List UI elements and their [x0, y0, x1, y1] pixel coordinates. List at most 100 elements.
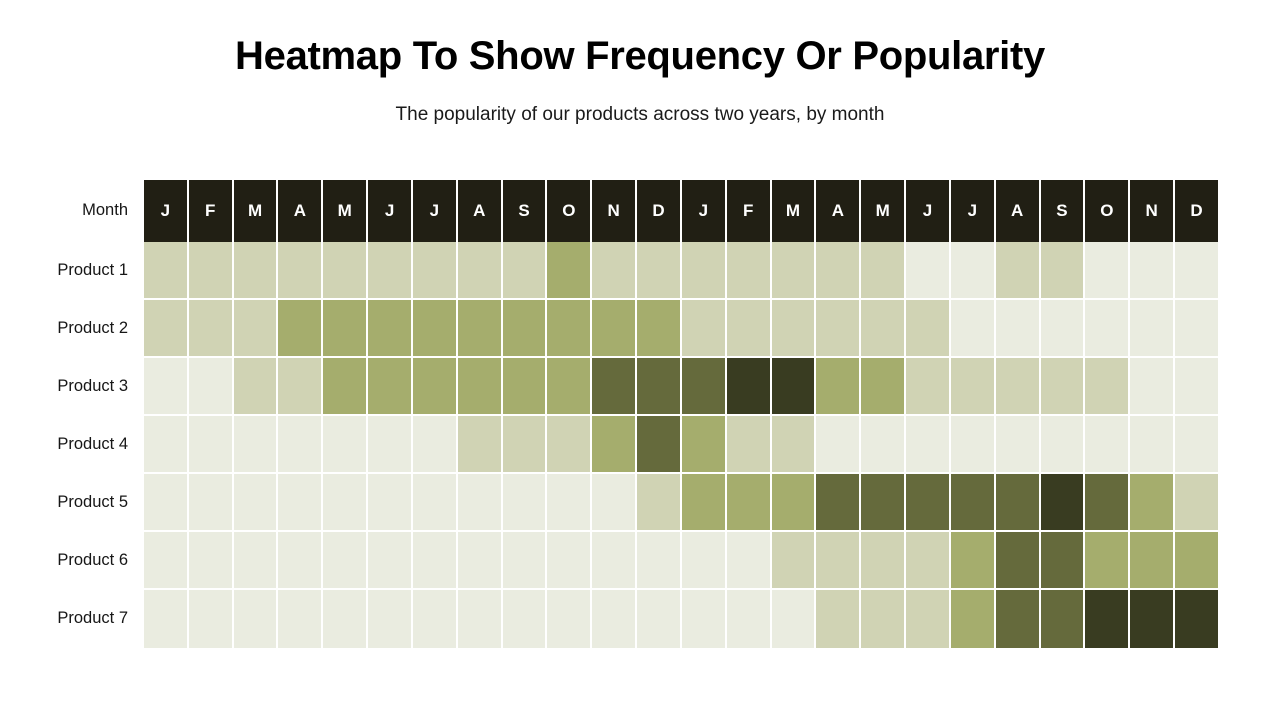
- heatmap-cell: [1130, 590, 1176, 648]
- heatmap-cell: [323, 532, 369, 590]
- heatmap-data-row: [144, 416, 1218, 474]
- heatmap-cell: [457, 416, 503, 474]
- heatmap-cell: [816, 242, 862, 300]
- heatmap-cell: [771, 242, 817, 300]
- heatmap-cell: [906, 590, 951, 648]
- heatmap-cell: [457, 532, 503, 590]
- month-header-cell: S: [1040, 180, 1086, 242]
- heatmap-cell: [1175, 242, 1218, 300]
- heatmap-cell: [323, 358, 369, 416]
- heatmap-cell: [1040, 532, 1086, 590]
- heatmap-cell: [771, 416, 817, 474]
- heatmap-cell: [368, 532, 413, 590]
- heatmap-cell: [861, 300, 907, 358]
- heatmap-cell: [368, 590, 413, 648]
- heatmap-cell: [502, 532, 548, 590]
- month-header-cell: A: [278, 180, 324, 242]
- heatmap-cell: [502, 242, 548, 300]
- heatmap-cell: [681, 474, 727, 532]
- heatmap-cell: [861, 358, 907, 416]
- heatmap-cell: [906, 358, 951, 416]
- heatmap-header-row: JFMAMJJASONDJFMAMJJASOND: [144, 180, 1218, 242]
- heatmap-cell: [861, 532, 907, 590]
- heatmap-cell: [950, 300, 996, 358]
- heatmap-cell: [368, 358, 413, 416]
- heatmap-cell: [861, 242, 907, 300]
- heatmap-cell: [1130, 416, 1176, 474]
- month-header-cell: J: [950, 180, 996, 242]
- heatmap-data-row: [144, 242, 1218, 300]
- heatmap-cell: [681, 416, 727, 474]
- heatmap-cell: [637, 416, 682, 474]
- heatmap-cell: [278, 474, 324, 532]
- heatmap-cell: [995, 242, 1041, 300]
- heatmap-cell: [502, 416, 548, 474]
- heatmap-cell: [726, 416, 772, 474]
- heatmap-cell: [816, 474, 862, 532]
- product-row-label: Product 5: [57, 493, 128, 511]
- heatmap-cell: [278, 532, 324, 590]
- heatmap-cell: [188, 532, 234, 590]
- month-header-cell: J: [906, 180, 951, 242]
- month-header-cell: O: [547, 180, 593, 242]
- heatmap-cell: [233, 416, 279, 474]
- heatmap-cell: [1130, 242, 1176, 300]
- heatmap-cell: [233, 590, 279, 648]
- heatmap-cell: [771, 474, 817, 532]
- heatmap-cell: [592, 474, 638, 532]
- heatmap-cell: [1130, 358, 1176, 416]
- heatmap-cell: [323, 590, 369, 648]
- heatmap-cell: [950, 590, 996, 648]
- heatmap-cell: [547, 532, 593, 590]
- heatmap-cell: [412, 358, 458, 416]
- heatmap-cell: [1040, 242, 1086, 300]
- heatmap-cell: [1175, 358, 1218, 416]
- heatmap-cell: [1040, 474, 1086, 532]
- heatmap-cell: [861, 590, 907, 648]
- heatmap-cell: [637, 300, 682, 358]
- heatmap-cell: [906, 532, 951, 590]
- heatmap-cell: [1130, 474, 1176, 532]
- heatmap-cell: [547, 590, 593, 648]
- heatmap-cell: [995, 474, 1041, 532]
- heatmap-cell: [861, 416, 907, 474]
- heatmap-cell: [726, 532, 772, 590]
- heatmap-cell: [144, 474, 189, 532]
- heatmap-cell: [816, 590, 862, 648]
- heatmap-data-row: [144, 300, 1218, 358]
- heatmap-cell: [188, 416, 234, 474]
- heatmap-cell: [816, 532, 862, 590]
- heatmap-cell: [323, 300, 369, 358]
- heatmap-cell: [412, 416, 458, 474]
- product-row-label: Product 4: [57, 435, 128, 453]
- heatmap-cell: [681, 300, 727, 358]
- heatmap-cell: [502, 300, 548, 358]
- heatmap-cell: [726, 590, 772, 648]
- heatmap-cell: [144, 590, 189, 648]
- heatmap-cell: [950, 358, 996, 416]
- heatmap-cell: [144, 242, 189, 300]
- heatmap-cell: [681, 242, 727, 300]
- heatmap-cell: [681, 358, 727, 416]
- heatmap-cell: [950, 416, 996, 474]
- heatmap-cell: [592, 416, 638, 474]
- heatmap-cell: [233, 242, 279, 300]
- product-row-label: Product 2: [57, 319, 128, 337]
- heatmap-cell: [1085, 358, 1131, 416]
- month-header-cell: J: [412, 180, 458, 242]
- heatmap-slide: Heatmap To Show Frequency Or Popularity …: [0, 0, 1280, 720]
- heatmap-cell: [233, 532, 279, 590]
- heatmap-cell: [995, 300, 1041, 358]
- month-header-cell: M: [771, 180, 817, 242]
- month-header-cell: A: [995, 180, 1041, 242]
- heatmap-cell: [1085, 474, 1131, 532]
- heatmap-cell: [592, 590, 638, 648]
- heatmap-cell: [906, 300, 951, 358]
- heatmap-cell: [1130, 300, 1176, 358]
- heatmap-cell: [637, 532, 682, 590]
- month-header-cell: J: [144, 180, 189, 242]
- heatmap-cell: [547, 416, 593, 474]
- heatmap-cell: [906, 416, 951, 474]
- heatmap-cell: [1130, 532, 1176, 590]
- heatmap-cell: [188, 590, 234, 648]
